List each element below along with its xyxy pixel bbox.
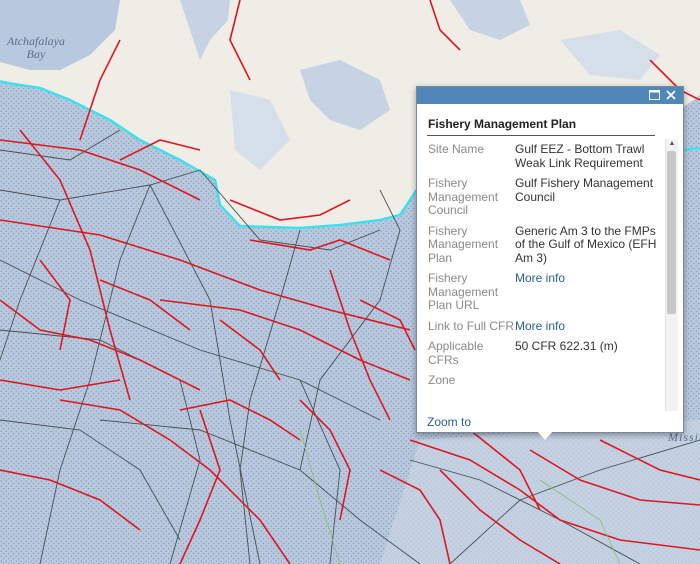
attribute-label: Fishery Management Council [428,176,499,217]
popup-scrollbar[interactable]: ▲ ▼ [665,139,678,411]
attribute-row: Link to Full CFR More info [428,318,660,341]
scroll-thumb[interactable] [667,151,676,314]
cfr-link[interactable]: More info [515,319,565,333]
attribute-value: 50 CFR 622.31 (m) [515,339,618,353]
atchafalaya-bay-label: Atchafalaya Bay [7,35,65,61]
attribute-row: Site Name Gulf EEZ - Bottom Trawl Weak L… [428,142,660,177]
attribute-label: Site Name [428,142,485,156]
popup-title: Fishery Management Plan [428,117,577,131]
attribute-table: Site Name Gulf EEZ - Bottom Trawl Weak L… [428,142,660,395]
bay-label-text: Atchafalaya Bay [7,34,65,61]
maximize-icon[interactable] [647,88,662,103]
info-popup[interactable]: Fishery Management Plan Site Name Gulf E… [416,86,684,433]
title-divider [427,135,655,136]
popup-content[interactable]: Fishery Management Plan Site Name Gulf E… [417,105,683,411]
close-icon[interactable] [663,88,678,103]
fmp-url-link[interactable]: More info [515,271,565,285]
scroll-up-icon[interactable]: ▲ [666,139,678,149]
deep-water [380,420,700,564]
popup-pointer [537,431,553,440]
attribute-value: Generic Am 3 to the FMPs of the Gulf of … [515,223,657,265]
attribute-label: Fishery Management Plan [428,223,499,265]
popup-title-bar [417,87,683,104]
attribute-label: Applicable CFRs [428,339,484,367]
attribute-value [515,374,660,395]
attribute-label: Link to Full CFR [428,318,515,333]
zoom-to-link[interactable]: Zoom to [427,415,471,429]
attribute-value: Gulf EEZ - Bottom Trawl Weak Link Requir… [515,142,645,170]
attribute-row: Fishery Management Plan Generic Am 3 to … [428,223,660,273]
attribute-value: Gulf Fishery Management Council [515,176,654,204]
attribute-row: Zone [428,373,660,395]
attribute-label: Fishery Management Plan URL [428,271,499,312]
attribute-label: Zone [428,373,456,387]
attribute-row: Fishery Management Council Gulf Fishery … [428,176,660,225]
attribute-row: Fishery Management Plan URL More info [428,271,660,320]
attribute-row: Applicable CFRs 50 CFR 622.31 (m) [428,339,660,374]
